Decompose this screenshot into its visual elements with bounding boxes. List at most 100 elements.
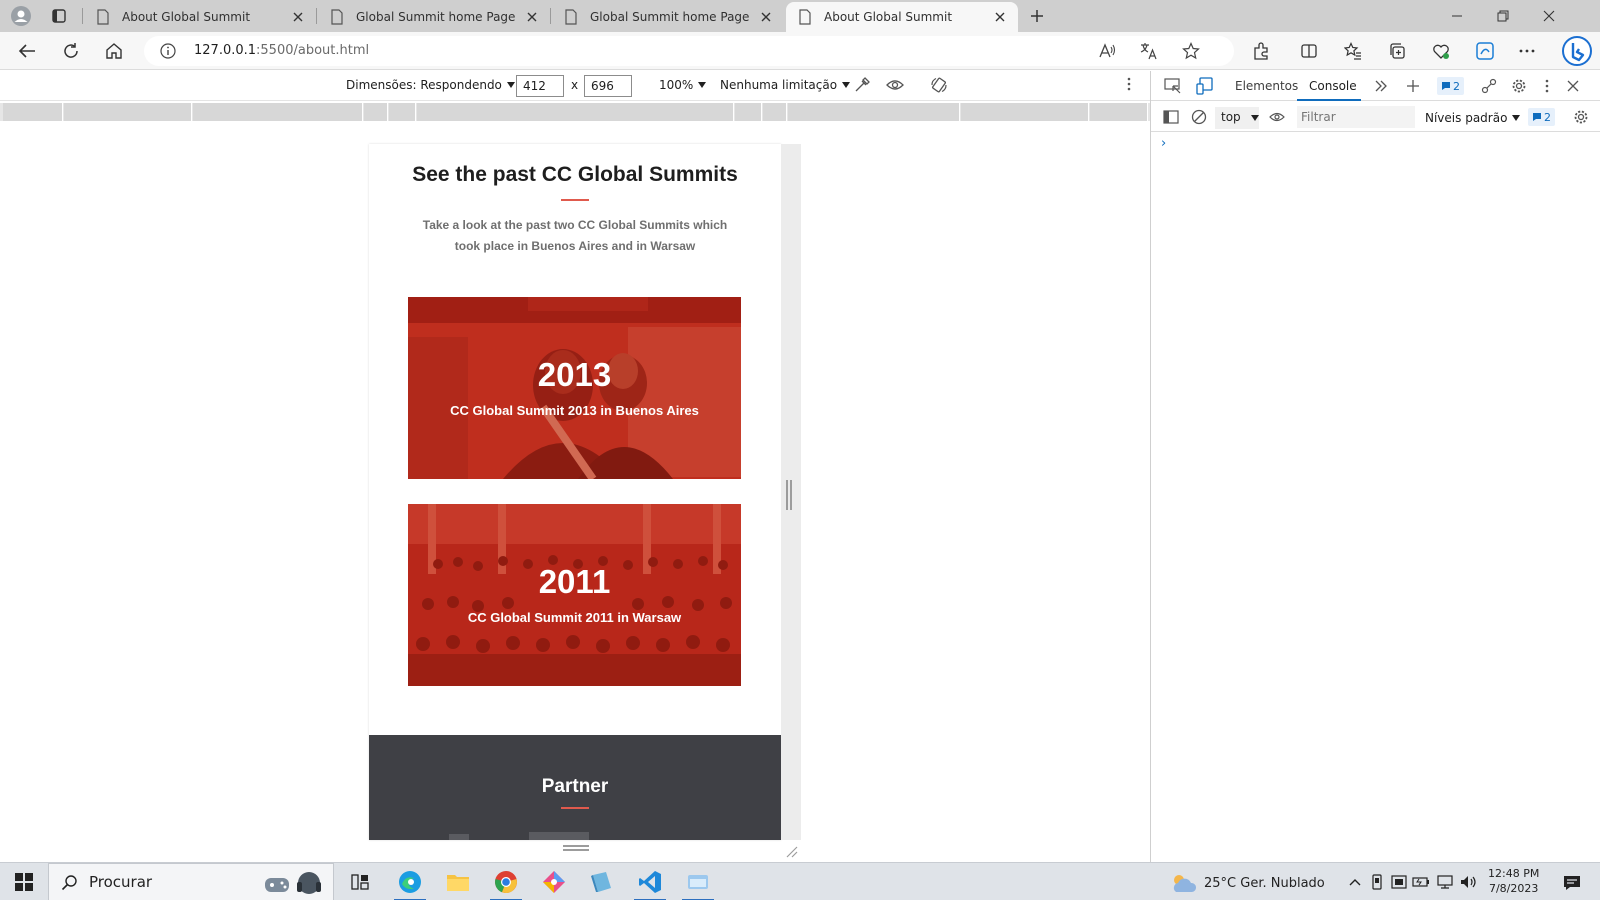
summit-caption: CC Global Summit 2011 in Warsaw bbox=[467, 610, 682, 625]
context-select[interactable]: top bbox=[1215, 107, 1259, 129]
reload-button[interactable] bbox=[56, 37, 86, 65]
partner-logos bbox=[449, 832, 589, 840]
close-icon[interactable] bbox=[290, 9, 306, 25]
devtools-panel: Elementos Console 2 top Filtrar Níveis p… bbox=[1150, 71, 1600, 862]
more-options-icon[interactable] bbox=[1512, 37, 1542, 65]
close-icon[interactable] bbox=[524, 9, 540, 25]
height-input[interactable] bbox=[584, 75, 632, 97]
address-bar[interactable]: 127.0.0.1:5500/about.html bbox=[144, 36, 1234, 66]
tab-about-global-summit-1[interactable]: About Global Summit bbox=[84, 2, 316, 32]
tray-meet-icon[interactable] bbox=[1390, 873, 1408, 891]
vscode-icon[interactable] bbox=[626, 863, 674, 900]
tray-device-icon[interactable] bbox=[1368, 873, 1386, 891]
partner-section: Partner bbox=[369, 735, 781, 840]
extensions-icon[interactable] bbox=[1246, 37, 1276, 65]
dimensions-dropdown[interactable]: Dimensões: Respondendo bbox=[346, 78, 515, 92]
taskbar-edge-icon[interactable] bbox=[386, 863, 434, 900]
tab-global-summit-home-1[interactable]: Global Summit home Page bbox=[318, 2, 550, 32]
summit-card-2011[interactable]: 2011 CC Global Summit 2011 in Warsaw bbox=[408, 504, 741, 686]
sidebar-toggle-icon[interactable] bbox=[1159, 105, 1183, 129]
tab-actions-icon[interactable] bbox=[42, 3, 76, 29]
devtools-tabbar: Elementos Console 2 bbox=[1151, 71, 1600, 101]
page-icon bbox=[565, 9, 577, 25]
zoom-dropdown[interactable]: 100% bbox=[659, 78, 707, 92]
close-icon[interactable] bbox=[992, 9, 1008, 25]
system-clock[interactable]: 12:48 PM 7/8/2023 bbox=[1488, 866, 1539, 896]
task-view-icon[interactable] bbox=[336, 863, 384, 900]
url-host: 127.0.0.1 bbox=[194, 43, 257, 58]
messages-badge[interactable]: 2 bbox=[1528, 108, 1555, 126]
show-hidden-icons-chevron-icon[interactable] bbox=[1346, 873, 1364, 891]
profile-icon[interactable] bbox=[4, 3, 38, 29]
console-prompt[interactable]: › bbox=[1161, 136, 1166, 151]
translate-icon[interactable] bbox=[1140, 42, 1158, 60]
tab-console[interactable]: Console bbox=[1309, 79, 1357, 93]
minimize-button[interactable] bbox=[1434, 0, 1480, 32]
clear-console-icon[interactable] bbox=[1187, 105, 1211, 129]
messages-count: 2 bbox=[1544, 110, 1551, 124]
width-input[interactable] bbox=[516, 75, 564, 97]
weather-widget[interactable]: 25°C Ger. Nublado bbox=[1170, 873, 1325, 893]
tab-about-global-summit-active[interactable]: About Global Summit bbox=[786, 2, 1018, 32]
device-emulation-icon[interactable] bbox=[1193, 74, 1217, 98]
bottom-resize-handle[interactable] bbox=[563, 845, 589, 851]
add-tab-icon[interactable] bbox=[1401, 74, 1425, 98]
settings-gear-icon[interactable] bbox=[1507, 74, 1531, 98]
favorites-icon[interactable] bbox=[1338, 37, 1368, 65]
network-icon[interactable] bbox=[1436, 873, 1454, 891]
devtools-close-icon[interactable] bbox=[1561, 74, 1585, 98]
restore-button[interactable] bbox=[1480, 0, 1526, 32]
chrome-icon[interactable] bbox=[482, 863, 530, 900]
performance-icon[interactable] bbox=[1426, 37, 1456, 65]
home-button[interactable] bbox=[99, 37, 129, 65]
devtools-more-icon[interactable] bbox=[1535, 74, 1559, 98]
url-text[interactable]: 127.0.0.1:5500/about.html bbox=[194, 43, 369, 58]
close-icon[interactable] bbox=[758, 9, 774, 25]
inspect-element-icon[interactable] bbox=[1161, 74, 1185, 98]
issues-count: 2 bbox=[1453, 79, 1460, 93]
new-tab-button[interactable] bbox=[1020, 3, 1054, 29]
device-toolbar: Dimensões: Respondendo x 100% Nenhuma li… bbox=[0, 71, 1150, 101]
volume-icon[interactable] bbox=[1460, 873, 1478, 891]
right-resize-handle[interactable] bbox=[786, 480, 792, 510]
edge-icon[interactable] bbox=[1470, 37, 1500, 65]
info-icon[interactable] bbox=[160, 43, 176, 59]
log-levels-dropdown[interactable]: Níveis padrão bbox=[1425, 111, 1521, 125]
file-explorer-icon[interactable] bbox=[434, 863, 482, 900]
app-blue-book-icon[interactable] bbox=[578, 863, 626, 900]
corner-resize-icon[interactable] bbox=[786, 846, 798, 858]
tab-elements[interactable]: Elementos bbox=[1235, 79, 1298, 93]
rotate-icon[interactable] bbox=[930, 76, 948, 94]
summit-card-2013[interactable]: 2013 CC Global Summit 2013 in Buenos Air… bbox=[408, 297, 741, 479]
live-expression-eye-icon[interactable] bbox=[1265, 105, 1289, 129]
window-close-button[interactable] bbox=[1526, 0, 1572, 32]
console-settings-icon[interactable] bbox=[1569, 105, 1593, 129]
split-screen-icon[interactable] bbox=[1294, 37, 1324, 65]
app-diamond-icon[interactable] bbox=[530, 863, 578, 900]
vision-deficiency-icon[interactable] bbox=[886, 76, 904, 94]
clock-time: 12:48 PM bbox=[1488, 867, 1540, 880]
more-tabs-icon[interactable] bbox=[1369, 74, 1393, 98]
throttling-dropdown[interactable]: Nenhuma limitação bbox=[720, 78, 851, 92]
connected-devices-icon[interactable] bbox=[1477, 74, 1501, 98]
read-aloud-icon[interactable] bbox=[1098, 42, 1116, 60]
battery-plug-icon[interactable] bbox=[1412, 873, 1430, 891]
media-query-bar[interactable] bbox=[0, 103, 1150, 121]
back-button[interactable] bbox=[12, 37, 42, 65]
console-filter-input[interactable] bbox=[1297, 106, 1415, 128]
app-window-icon[interactable] bbox=[674, 863, 722, 900]
issues-badge[interactable]: 2 bbox=[1437, 77, 1464, 95]
eyedropper-icon[interactable] bbox=[853, 76, 871, 94]
partner-underline bbox=[561, 807, 589, 809]
taskbar-search-box[interactable]: Procurar bbox=[48, 863, 334, 900]
collections-icon[interactable] bbox=[1382, 37, 1412, 65]
notifications-icon[interactable] bbox=[1562, 873, 1582, 893]
favorite-star-icon[interactable] bbox=[1182, 42, 1200, 60]
start-button[interactable] bbox=[0, 863, 48, 900]
url-path: :5500/about.html bbox=[256, 43, 370, 58]
tab-global-summit-home-2[interactable]: Global Summit home Page bbox=[552, 2, 784, 32]
title-underline bbox=[561, 199, 589, 201]
copilot-icon[interactable] bbox=[1560, 35, 1594, 67]
device-viewport[interactable]: See the past CC Global Summits Take a lo… bbox=[369, 144, 781, 840]
toolbar-more-icon[interactable] bbox=[1126, 76, 1132, 92]
